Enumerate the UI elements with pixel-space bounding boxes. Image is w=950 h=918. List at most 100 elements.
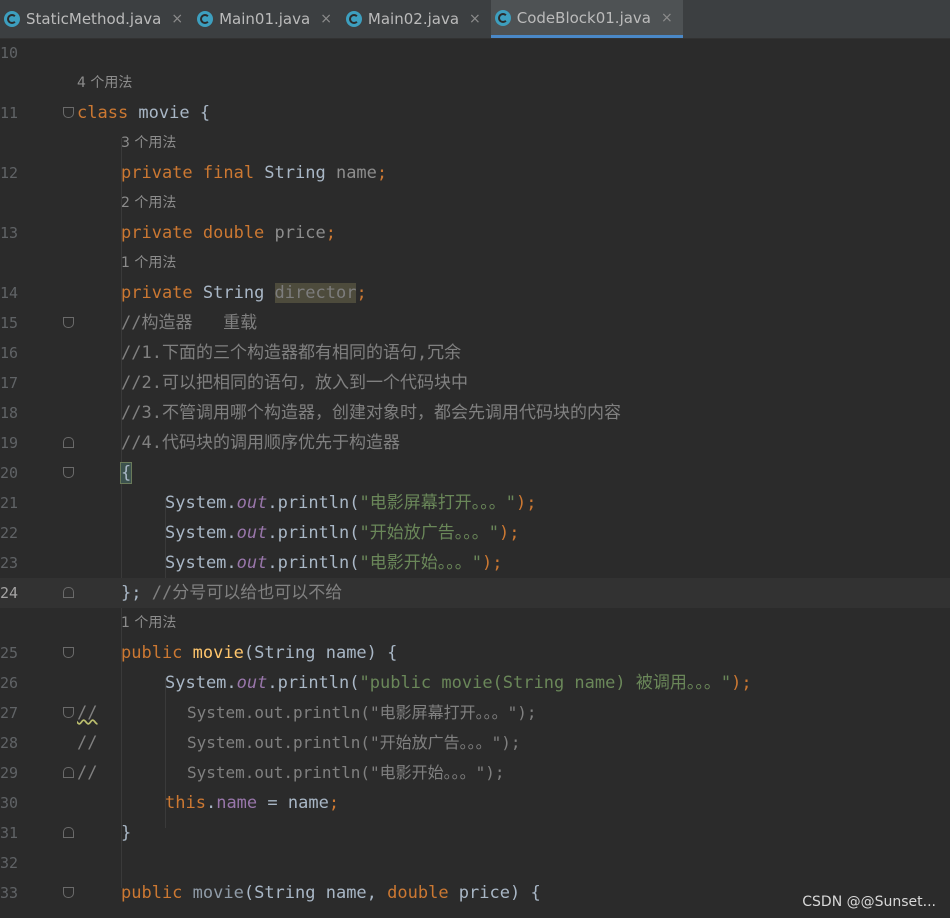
line-number: 11 — [0, 104, 18, 122]
comment-marker: // — [77, 703, 98, 723]
comment-marker: // — [77, 733, 98, 753]
line-number: 13 — [0, 224, 18, 242]
tab-staticmethod[interactable]: StaticMethod.java × — [0, 0, 193, 38]
code-text: System.out.println("电影屏幕打开。。。"); — [165, 488, 536, 518]
code-text: movie { — [128, 103, 211, 123]
code-text: System. — [165, 553, 237, 573]
semicolon: ; — [356, 283, 367, 303]
comment-marker: // — [77, 763, 98, 783]
watermark: CSDN @@Sunset... — [802, 894, 936, 910]
tab-label: StaticMethod.java — [26, 10, 162, 28]
usage-hint[interactable]: 4 个用法 — [77, 68, 132, 98]
keyword: private final — [121, 163, 255, 183]
fold-collapse-icon[interactable] — [63, 317, 74, 328]
code-line: 20 { — [0, 458, 950, 488]
keyword: private — [121, 283, 193, 303]
java-class-icon — [4, 11, 20, 27]
tab-label: Main02.java — [367, 10, 460, 28]
string-literal: "电影开始。。。" — [359, 553, 482, 573]
code-text: private final String name; — [121, 158, 387, 188]
line-number: 32 — [0, 854, 18, 872]
code-line: 26 System.out.println("public movie(Stri… — [0, 668, 950, 698]
line-number: 14 — [0, 284, 18, 302]
static-field: out — [236, 493, 268, 513]
code-line: 19 //4.代码块的调用顺序优先于构造器 — [0, 428, 950, 458]
fold-end-icon[interactable] — [63, 587, 74, 598]
tab-codeblock01[interactable]: CodeBlock01.java × — [490, 0, 683, 38]
code-text: System.out.println("开始放广告。。。"); — [165, 518, 519, 548]
code-line: 18 //3.不管调用哪个构造器，创建对象时，都会先调用代码块的内容 — [0, 398, 950, 428]
code-line: 11 class movie { — [0, 98, 950, 128]
code-line: 10 — [0, 38, 950, 68]
java-class-icon — [494, 9, 511, 26]
line-number: 30 — [0, 794, 18, 812]
code-line: 12 private final String name; — [0, 158, 950, 188]
code-text: }; — [121, 583, 142, 603]
semicolon: ; — [328, 793, 340, 813]
code-editor[interactable]: 10 4 个用法 11 class movie { 3 个用法 12 priva… — [0, 38, 950, 918]
comment: System.out.println("电影开始。。。"); — [187, 763, 505, 782]
close-icon[interactable]: × — [171, 11, 183, 27]
line-number: 27 — [0, 704, 18, 722]
close-icon[interactable]: × — [320, 11, 332, 27]
code-text: .println( — [267, 493, 360, 513]
fold-end-icon[interactable] — [63, 437, 74, 448]
code-text: System.out.println("public movie(String … — [165, 668, 752, 698]
line-number: 25 — [0, 644, 18, 662]
tab-main02[interactable]: Main02.java × — [342, 0, 491, 38]
code-line: 25 public movie(String name) { — [0, 638, 950, 668]
close-icon[interactable]: × — [469, 11, 481, 27]
code-text: ); — [515, 493, 537, 513]
code-text: ); — [731, 673, 752, 693]
close-icon[interactable]: × — [661, 10, 673, 26]
method-name: movie — [182, 643, 244, 663]
line-number: 21 — [0, 494, 18, 512]
comment: System.out.println("电影屏幕打开。。。"); — [187, 703, 537, 722]
usage-hint[interactable]: 2 个用法 — [121, 188, 176, 218]
code-text: .println( — [267, 673, 360, 693]
code-text: price) { — [448, 883, 541, 903]
string-literal: "电影屏幕打开。。。" — [359, 493, 516, 513]
fold-end-icon[interactable] — [63, 767, 74, 778]
line-number: 15 — [0, 314, 18, 332]
fold-collapse-icon[interactable] — [63, 107, 74, 118]
usage-hint[interactable]: 3 个用法 — [121, 128, 176, 158]
semicolon: ; — [376, 163, 388, 183]
tab-main01[interactable]: Main01.java × — [193, 0, 342, 38]
line-number: 24 — [0, 584, 18, 602]
method-name: movie — [182, 883, 244, 903]
fold-collapse-icon[interactable] — [63, 707, 74, 718]
static-field: out — [236, 523, 268, 543]
java-class-icon — [197, 11, 214, 27]
code-text: private String director; — [121, 278, 367, 308]
fold-collapse-icon[interactable] — [63, 467, 74, 478]
code-text: ); — [498, 523, 520, 543]
code-line: 15 //构造器 重载 — [0, 308, 950, 338]
string-literal: "开始放广告。。。" — [359, 523, 499, 543]
code-text: private double price; — [121, 218, 336, 248]
line-number: 23 — [0, 554, 18, 572]
comment: //3.不管调用哪个构造器，创建对象时，都会先调用代码块的内容 — [121, 403, 621, 423]
line-number: 19 — [0, 434, 18, 452]
code-text: { — [119, 458, 133, 488]
code-text: (String name) { — [243, 643, 398, 663]
usage-hint[interactable]: 1 个用法 — [121, 248, 176, 278]
fold-collapse-icon[interactable] — [63, 887, 74, 898]
code-text: . — [205, 793, 217, 813]
code-line: 27 // System.out.println("电影屏幕打开。。。"); — [0, 698, 950, 728]
semicolon: ; — [325, 223, 336, 243]
matched-brace: { — [119, 462, 133, 484]
code-text: class movie { — [77, 98, 210, 128]
fold-end-icon[interactable] — [63, 827, 74, 838]
line-number: 10 — [0, 44, 18, 62]
line-number: 20 — [0, 464, 18, 482]
usage-hint[interactable]: 1 个用法 — [121, 608, 176, 638]
code-text: } — [121, 823, 132, 843]
current-code-line: 24 }; //分号可以给也可以不给 — [0, 578, 950, 608]
line-number: 26 — [0, 674, 18, 692]
code-line: 29 // System.out.println("电影开始。。。"); — [0, 758, 950, 788]
code-text: .println( — [267, 523, 360, 543]
code-text: this.name = name; — [165, 788, 339, 818]
fold-collapse-icon[interactable] — [63, 647, 74, 658]
code-line: 22 System.out.println("开始放广告。。。"); — [0, 518, 950, 548]
